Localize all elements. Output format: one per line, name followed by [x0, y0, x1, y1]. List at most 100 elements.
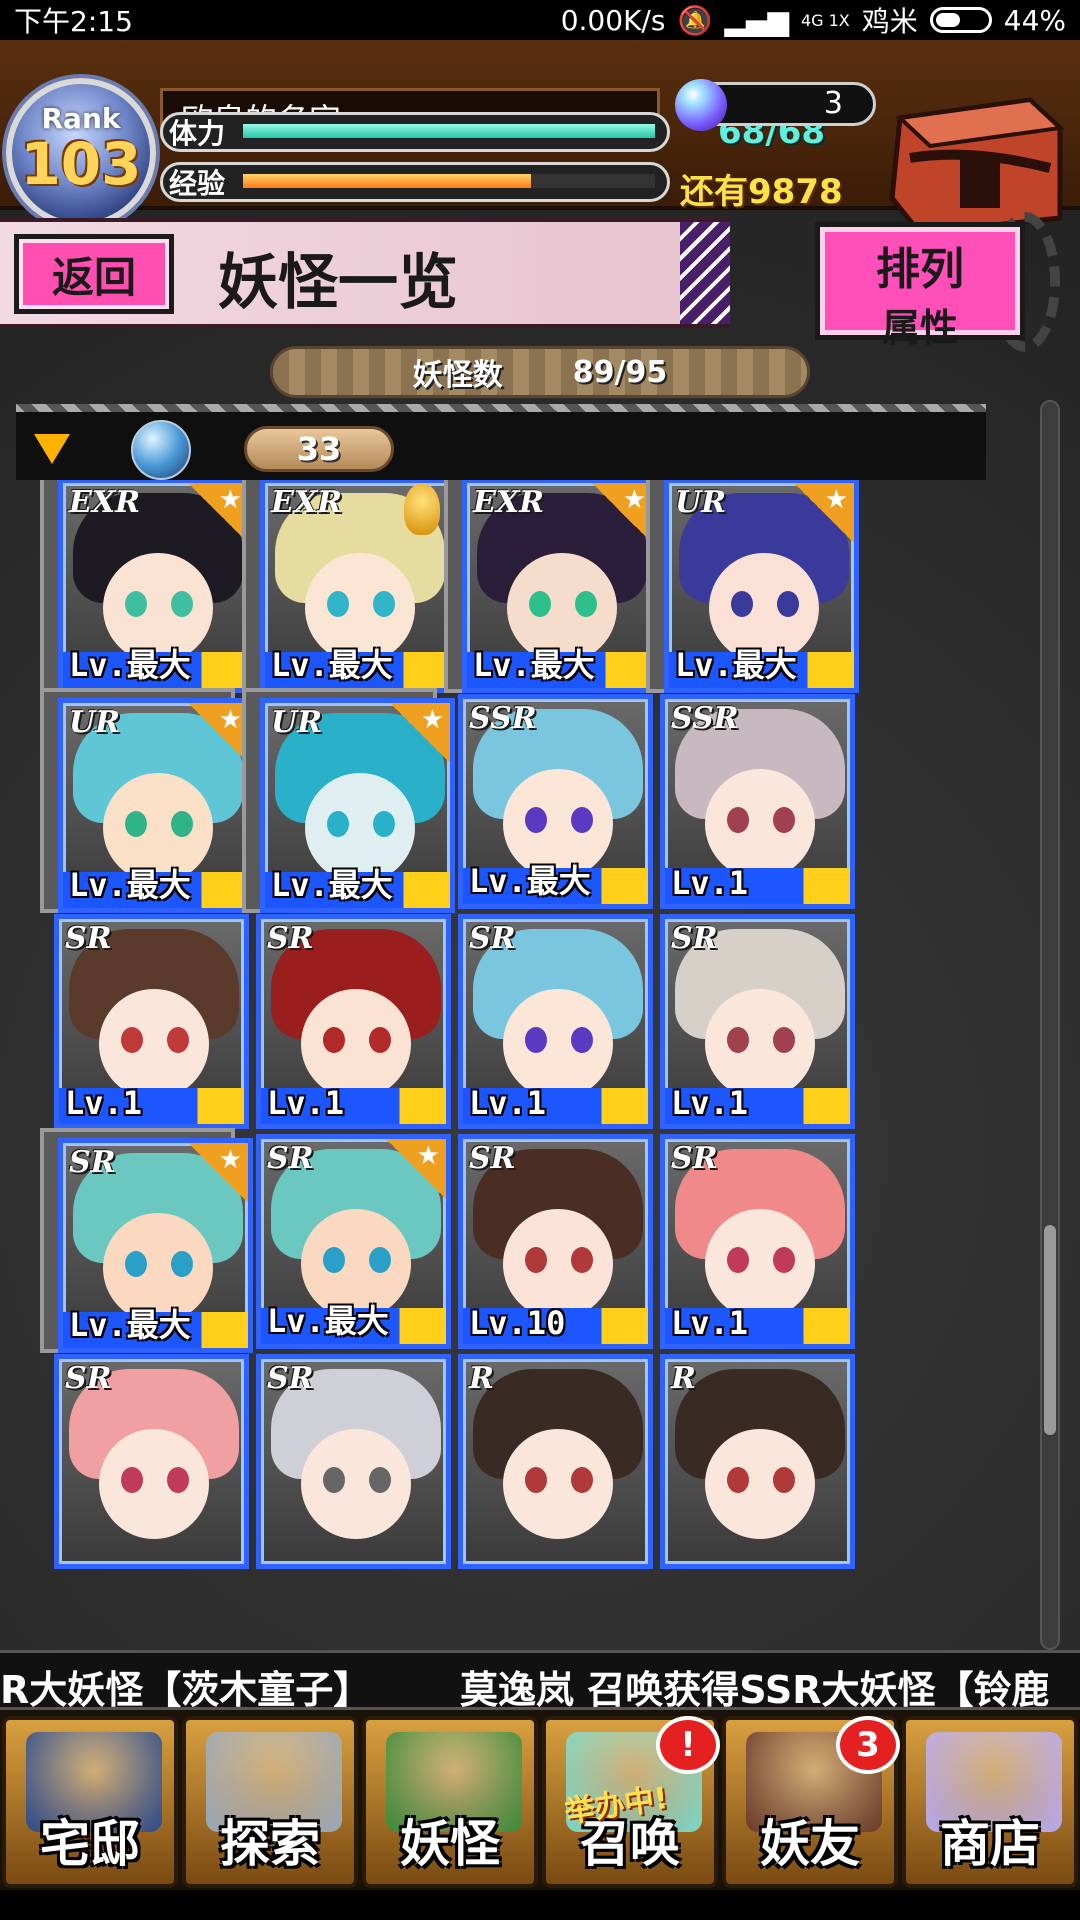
card-frame: SSR Lv.1 — [660, 694, 855, 909]
monster-card[interactable]: EXR ★ Lv.最大 — [40, 480, 253, 693]
nav-label: 妖怪 — [400, 1814, 500, 1873]
monster-card[interactable]: SR ★ Lv.最大 — [242, 1128, 451, 1353]
monster-card[interactable]: R — [444, 1348, 653, 1573]
card-frame: SR — [54, 1354, 249, 1569]
rarity-label: SR — [65, 921, 112, 956]
carrier: 鸡米 — [861, 5, 918, 38]
back-button[interactable]: 返回 — [14, 234, 174, 314]
monster-card[interactable]: SR Lv.1 — [646, 908, 855, 1133]
scrollbar-thumb[interactable] — [1044, 1225, 1056, 1435]
monster-card[interactable]: SSR Lv.1 — [646, 688, 855, 913]
monster-count-label: 妖怪数 — [412, 358, 503, 393]
monster-card[interactable]: SR — [242, 1348, 451, 1573]
star-icon: ★ — [794, 483, 854, 543]
level-label: Lv.最大 — [267, 1302, 389, 1340]
monster-card[interactable]: SR Lv.1 — [646, 1128, 855, 1353]
card-frame: SR Lv.1 — [660, 914, 855, 1129]
nav-label: 宅邸 — [40, 1814, 140, 1873]
nav-button[interactable]: 妖怪 — [362, 1716, 538, 1888]
star-icon: ★ — [188, 483, 248, 543]
scrollbar-track[interactable] — [1040, 400, 1060, 1650]
level-label: Lv.最大 — [473, 646, 595, 684]
sort-mode: 属性 — [881, 306, 958, 350]
battery-icon — [929, 7, 992, 33]
rarity-label: SSR — [671, 701, 739, 736]
star-icon: ★ — [386, 1139, 446, 1199]
orb-count: 3 — [823, 86, 843, 121]
nav-label: 探索 — [220, 1814, 320, 1873]
card-frame: EXR ★ Lv.最大 — [462, 480, 657, 693]
level-label: Lv.10 — [469, 1304, 566, 1342]
bottom-edge — [0, 1890, 1080, 1920]
treasure-chest-icon[interactable] — [880, 88, 1070, 236]
player-header: Rank 103 欧皇的名字 体力 68/68 经验 还有9878 3 — [0, 40, 1080, 236]
medal-icon — [404, 483, 440, 535]
mute-icon: 🔕 — [677, 3, 713, 37]
level-label: Lv.1 — [671, 1304, 749, 1342]
level-label: Lv.最大 — [271, 646, 393, 684]
monster-card[interactable]: UR ★ Lv.最大 — [40, 688, 253, 913]
bottom-nav: 宅邸 探索 妖怪 召唤 举办中!! 妖友 3 商店 — [0, 1710, 1080, 1890]
notification-badge: ! — [656, 1716, 720, 1774]
nav-button[interactable]: 妖友 3 — [722, 1716, 900, 1888]
monster-count: 妖怪数 89/95 — [270, 346, 810, 398]
filter-bar: 33 — [16, 404, 986, 480]
card-frame: SR Lv.10 — [458, 1134, 653, 1349]
spirit-orb-icon — [675, 79, 727, 131]
nav-label: 商店 — [940, 1814, 1040, 1873]
monster-card[interactable]: SR Lv.10 — [444, 1128, 653, 1353]
nav-button[interactable]: 商店 — [902, 1716, 1078, 1888]
rarity-label: SSR — [469, 701, 537, 736]
rarity-label: SR — [469, 921, 516, 956]
orb-counter[interactable]: 3 — [675, 79, 876, 131]
monster-card[interactable]: UR ★ Lv.最大 — [646, 480, 859, 693]
monster-card[interactable]: EXR ★ Lv.最大 — [444, 480, 657, 693]
star-icon: ★ — [188, 703, 248, 763]
card-frame: SR ★ Lv.最大 — [256, 1134, 451, 1349]
nav-button[interactable]: 探索 — [182, 1716, 358, 1888]
card-frame: EXR Lv.最大 — [260, 480, 455, 693]
rarity-label: SR — [267, 1361, 314, 1396]
signal-icon: ▂▄▆ — [724, 3, 789, 37]
dropdown-triangle-icon[interactable] — [34, 434, 70, 464]
monster-card[interactable]: SR — [40, 1348, 249, 1573]
rarity-label: EXR — [69, 485, 141, 520]
monster-card[interactable]: SR Lv.1 — [242, 908, 451, 1133]
title-stripe — [680, 222, 730, 324]
network-type: 4G 1X — [800, 10, 850, 30]
nav-button[interactable]: 宅邸 — [2, 1716, 178, 1888]
water-attribute-icon[interactable] — [131, 420, 191, 480]
title-bar: 返回 妖怪一览 — [0, 218, 730, 328]
card-frame: SSR Lv.最大 — [458, 694, 653, 909]
rank-badge: Rank 103 — [6, 78, 156, 228]
sort-label: 排列 — [876, 244, 964, 295]
notification-badge: 3 — [836, 1716, 900, 1774]
monster-card[interactable]: SR ★ Lv.最大 — [40, 1128, 253, 1353]
rank-value: 103 — [20, 130, 142, 198]
rarity-label: SR — [671, 1141, 718, 1176]
ticker-text-left: R大妖怪【茨木童子】 — [0, 1668, 372, 1710]
card-frame: SR — [256, 1354, 451, 1569]
card-frame: SR ★ Lv.最大 — [58, 1138, 253, 1353]
level-label: Lv.最大 — [69, 1306, 191, 1344]
rarity-label: UR — [675, 485, 727, 520]
stamina-label: 体力 — [169, 117, 226, 150]
level-label: Lv.1 — [267, 1084, 345, 1122]
level-label: Lv.1 — [671, 1084, 749, 1122]
monster-card[interactable]: SR Lv.1 — [444, 908, 653, 1133]
card-frame: UR ★ Lv.最大 — [58, 698, 253, 913]
sort-button[interactable]: 排列 属性 — [815, 222, 1025, 350]
level-label: Lv.1 — [671, 864, 749, 902]
monster-card[interactable]: EXR Lv.最大 — [242, 480, 455, 693]
star-icon: ★ — [592, 483, 652, 543]
rarity-label: SR — [65, 1361, 112, 1396]
card-frame: SR Lv.1 — [458, 914, 653, 1129]
monster-card[interactable]: R — [646, 1348, 855, 1573]
level-label: Lv.最大 — [469, 862, 591, 900]
rarity-label: SR — [671, 921, 718, 956]
nav-button[interactable]: 召唤 举办中!! — [542, 1716, 720, 1888]
monster-card[interactable]: SSR Lv.最大 — [444, 688, 653, 913]
monster-card[interactable]: SR Lv.1 — [40, 908, 249, 1133]
card-frame: SR Lv.1 — [54, 914, 249, 1129]
monster-card[interactable]: UR ★ Lv.最大 — [242, 688, 455, 913]
